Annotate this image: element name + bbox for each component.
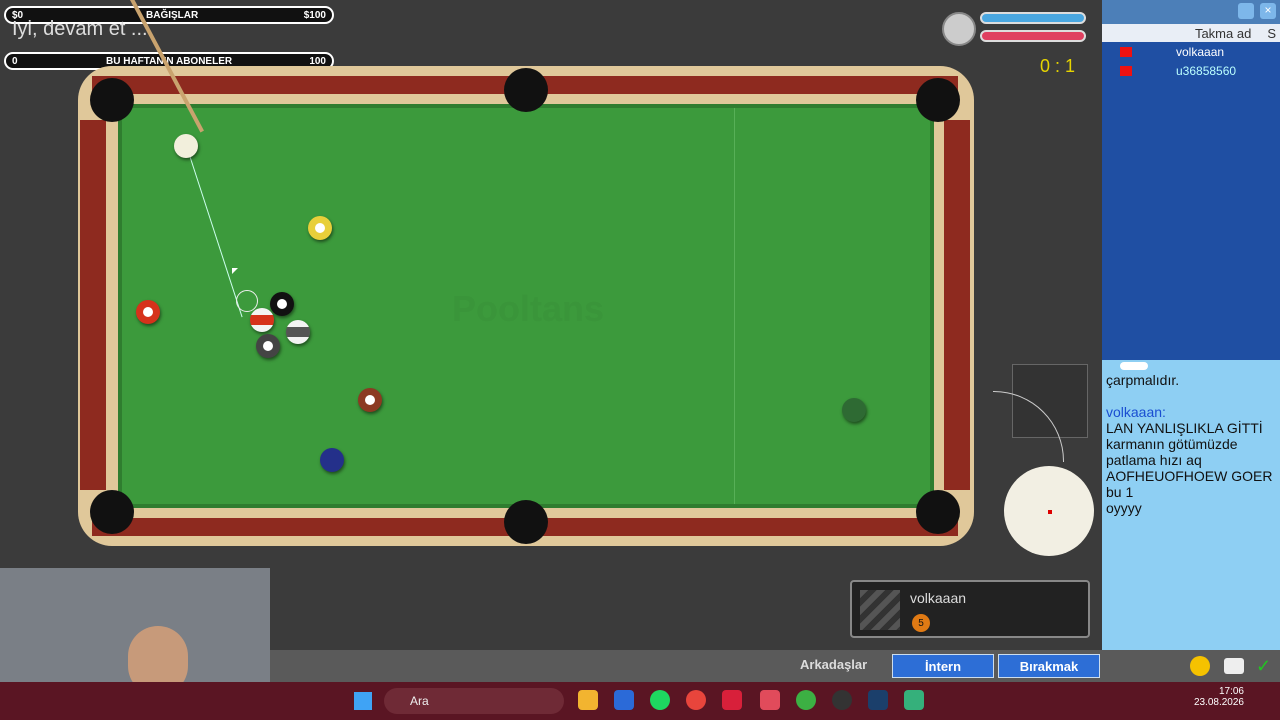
splitter-handle[interactable] [1120,362,1148,370]
donation-title: BAĞIŞLAR [146,10,199,21]
list-header: Takma ad S [1102,24,1280,42]
panel-header: × [1102,0,1280,24]
chat-line: bu 1 [1106,484,1134,500]
taskbar: Ara 17:06 23.08.2026 [0,682,1280,720]
chat-line: çarpmalıdır. [1106,372,1180,388]
chat-input[interactable] [1102,626,1280,650]
ball-eight [270,292,294,316]
chat-line: AOFHEUOFHOEW GOER [1106,468,1273,484]
player-list: Takma ad S volkaaan u36858560 [1102,24,1280,360]
chat-icon[interactable] [1224,658,1244,674]
stream-ticker: İyi, devam et ... [12,18,148,40]
download-icon[interactable] [1238,3,1254,19]
leave-button[interactable]: Bırakmak [998,654,1100,678]
spin-dot [1048,510,1052,514]
player-name: volkaaan [910,590,967,606]
obs-icon[interactable] [832,690,852,710]
clock-time: 17:06 [1218,686,1244,697]
pocket-top-center [504,68,548,112]
pocket-bottom-center [504,500,548,544]
ball-red-stripe [250,308,274,332]
chrome-alt-icon[interactable] [796,690,816,710]
cue-ball [174,134,198,158]
ball-blue [320,448,344,472]
donation-max: $100 [303,10,326,21]
power-arc-panel[interactable] [993,364,1088,462]
next-column[interactable]: S [1267,26,1276,41]
time-meter-blue [980,12,1086,24]
chat-line: volkaaan: LAN YANLIŞLIKLA GİTTİ [1106,404,1263,436]
list-item[interactable]: volkaaan [1102,42,1280,61]
steam-icon[interactable] [868,690,888,710]
game-area: $0 BAĞIŞLAR $100 0 BU HAFTANIN ABONELER … [0,0,1102,650]
taskbar-search[interactable]: Ara [384,688,564,714]
score: 0 : 1 [1040,56,1076,76]
player-avatar [860,590,900,630]
intern-button[interactable]: İntern [892,654,994,678]
table-watermark: Pooltans [452,288,605,329]
spotify-icon[interactable] [650,690,670,710]
close-icon[interactable]: × [1260,3,1276,19]
subs-min: 0 [12,56,18,67]
app-icon[interactable] [760,690,780,710]
search-label: Ara [410,694,429,708]
mouse-cursor-icon [232,268,238,274]
store-icon[interactable] [614,690,634,710]
right-panel: × Takma ad S volkaaan u36858560 çarpmalı… [1102,0,1280,650]
chrome-icon[interactable] [686,690,706,710]
nickname-column[interactable]: Takma ad [1195,26,1251,41]
friends-link[interactable]: Arkadaşlar [800,657,867,672]
folder-icon[interactable] [578,690,598,710]
pocket-top-right [916,78,960,122]
bottom-bar [270,650,1280,682]
list-item[interactable]: u36858560 [1102,61,1280,80]
chat-log: çarpmalıdır. volkaaan: LAN YANLIŞLIKLA Gİ… [1102,372,1280,624]
flag-icon [1120,46,1132,57]
head-string [734,108,735,504]
taskbar-clock[interactable]: 17:06 23.08.2026 [1150,686,1244,708]
right-rail [944,120,970,490]
left-rail [80,120,106,490]
windows-start-icon[interactable] [354,692,372,710]
ball-dark [256,334,280,358]
ball-red [136,300,160,324]
ball-gray-stripe [286,320,310,344]
aim-ghost-ball [236,290,258,312]
chat-line: karmanın götümüzde patlama hızı aq [1106,436,1238,468]
app-icon[interactable] [722,690,742,710]
clock-date: 23.08.2026 [1193,697,1244,708]
ball-yellow [308,216,332,240]
spin-selector[interactable] [1004,466,1094,556]
pocket-top-left [90,78,134,122]
smiley-icon[interactable] [1190,656,1210,676]
user-name: volkaaan [1176,44,1225,59]
pocket-bottom-right [916,490,960,534]
ball-maroon [358,388,382,412]
user-name: u36858560 [1176,63,1237,78]
chat-line: oyyyy [1106,500,1142,516]
player-card: volkaaan 5 [850,580,1090,638]
time-meter-red [980,30,1086,42]
check-icon[interactable]: ✓ [1256,656,1271,677]
pocket-bottom-left [90,490,134,534]
power-arc [993,391,1064,462]
game-icon[interactable] [904,690,924,710]
player-ball-badge: 5 [912,614,930,632]
clock-icon [942,12,976,46]
ball-green [842,398,866,422]
flag-icon [1120,65,1132,76]
